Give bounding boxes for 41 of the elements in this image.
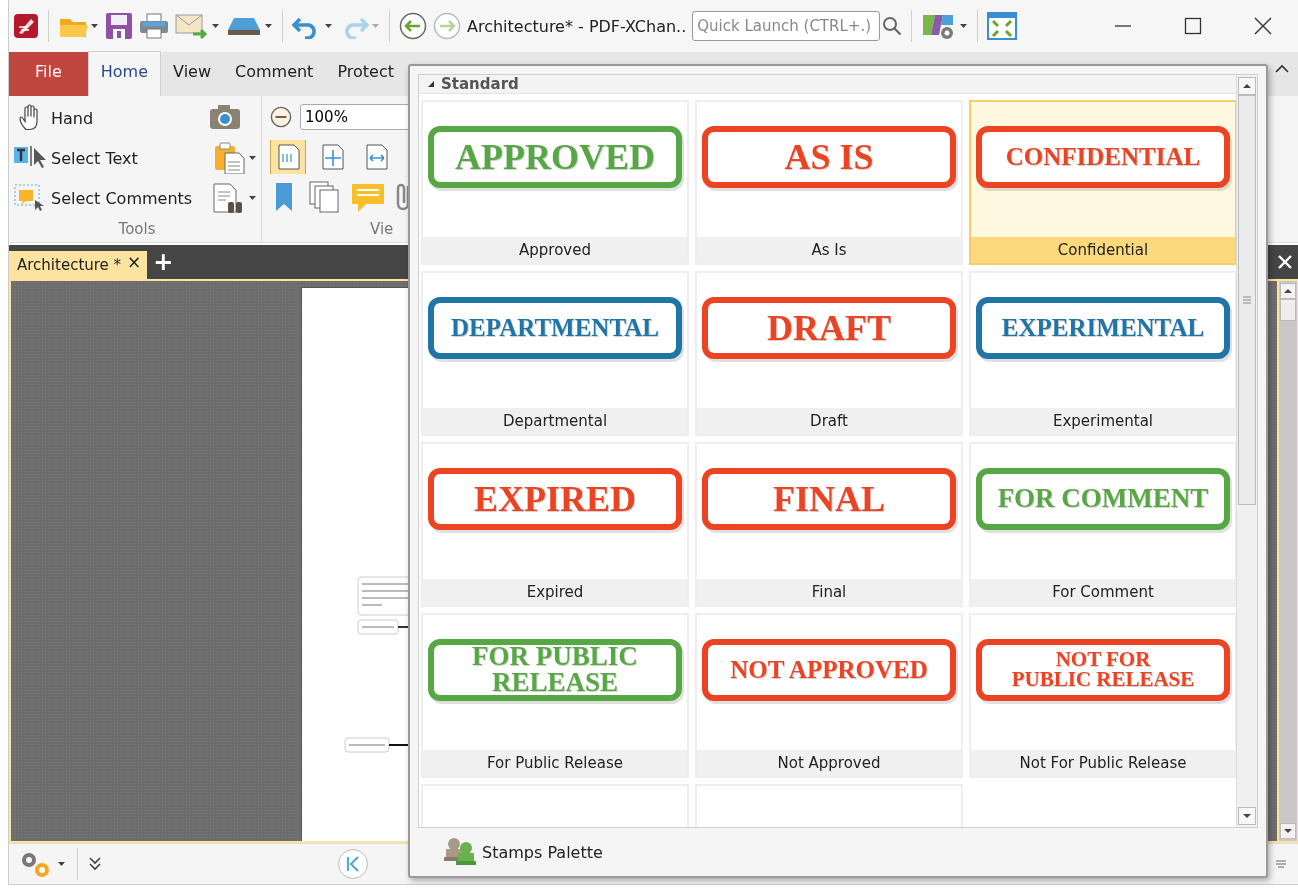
tool-button[interactable]: Select Text [13,142,138,174]
stamp-card[interactable]: AS IS As Is [695,100,963,265]
tool-button[interactable]: Hand [13,102,94,134]
ribbon-tab[interactable]: Comment [223,52,326,96]
window-title: Architecture* - PDF-XChan.. [467,16,687,36]
file-menu-tab[interactable]: File [9,52,88,96]
stamp-image: APPROVED [428,125,682,188]
stamp-card[interactable]: FOR PUBLIC RELEASE For Public Release [421,613,689,778]
ribbon-tab[interactable]: Home [87,51,162,96]
stamp-card[interactable]: APPROVED Approved [421,100,689,265]
ribbon-tab[interactable]: View [161,52,223,96]
ribbon-tab[interactable]: Protect [325,52,406,96]
stamp-image: DEPARTMENTAL [428,296,682,359]
stamp-card[interactable]: DEPARTMENTAL Departmental [421,271,689,436]
stamp-image: DRAFT [702,296,956,359]
stamp-card[interactable]: EXPERIMENTAL Experimental [969,271,1236,436]
tool-button[interactable]: Select Comments [13,182,193,214]
stamps-palette-button[interactable]: Stamps Palette [418,828,1258,876]
stamp-image: NOT APPROVED [702,638,956,701]
stamp-card[interactable]: FINAL Final [695,442,963,607]
stamp-image: CONFIDENTIAL [976,125,1230,188]
document-tab[interactable]: Architecture * [9,251,126,279]
group-label: Tools [117,220,157,240]
stamp-card[interactable]: NOT APPROVED Not Approved [695,613,963,778]
stamp-card[interactable]: FOR COMMENT For Comment [969,442,1236,607]
group-label: Vie [369,220,395,240]
stamp-image: EXPERIMENTAL [976,296,1230,359]
stamp-card[interactable]: EXPIRED Expired [421,442,689,607]
stamp-card[interactable]: NOT FOR PUBLIC RELEASE Not For Public Release [969,613,1236,778]
stamp-image: FOR PUBLIC RELEASE [428,638,682,701]
stamp-image: AS IS [702,125,956,188]
stamp-image: NOT FOR PUBLIC RELEASE [976,638,1230,701]
close-tab-button[interactable]: × [125,251,148,279]
stamp-image: EXPIRED [428,467,682,530]
stamp-image: FINAL [702,467,956,530]
group-header[interactable]: Standard [419,75,1236,94]
stamp-image: FOR COMMENT [976,467,1230,530]
stamp-card[interactable]: CONFIDENTIAL Confidential [969,100,1236,265]
stamp-card[interactable]: DRAFT Draft [695,271,963,436]
new-tab-button[interactable]: + [153,248,174,276]
quick-launch-field[interactable]: Quick Launch (CTRL+.) [692,11,881,41]
